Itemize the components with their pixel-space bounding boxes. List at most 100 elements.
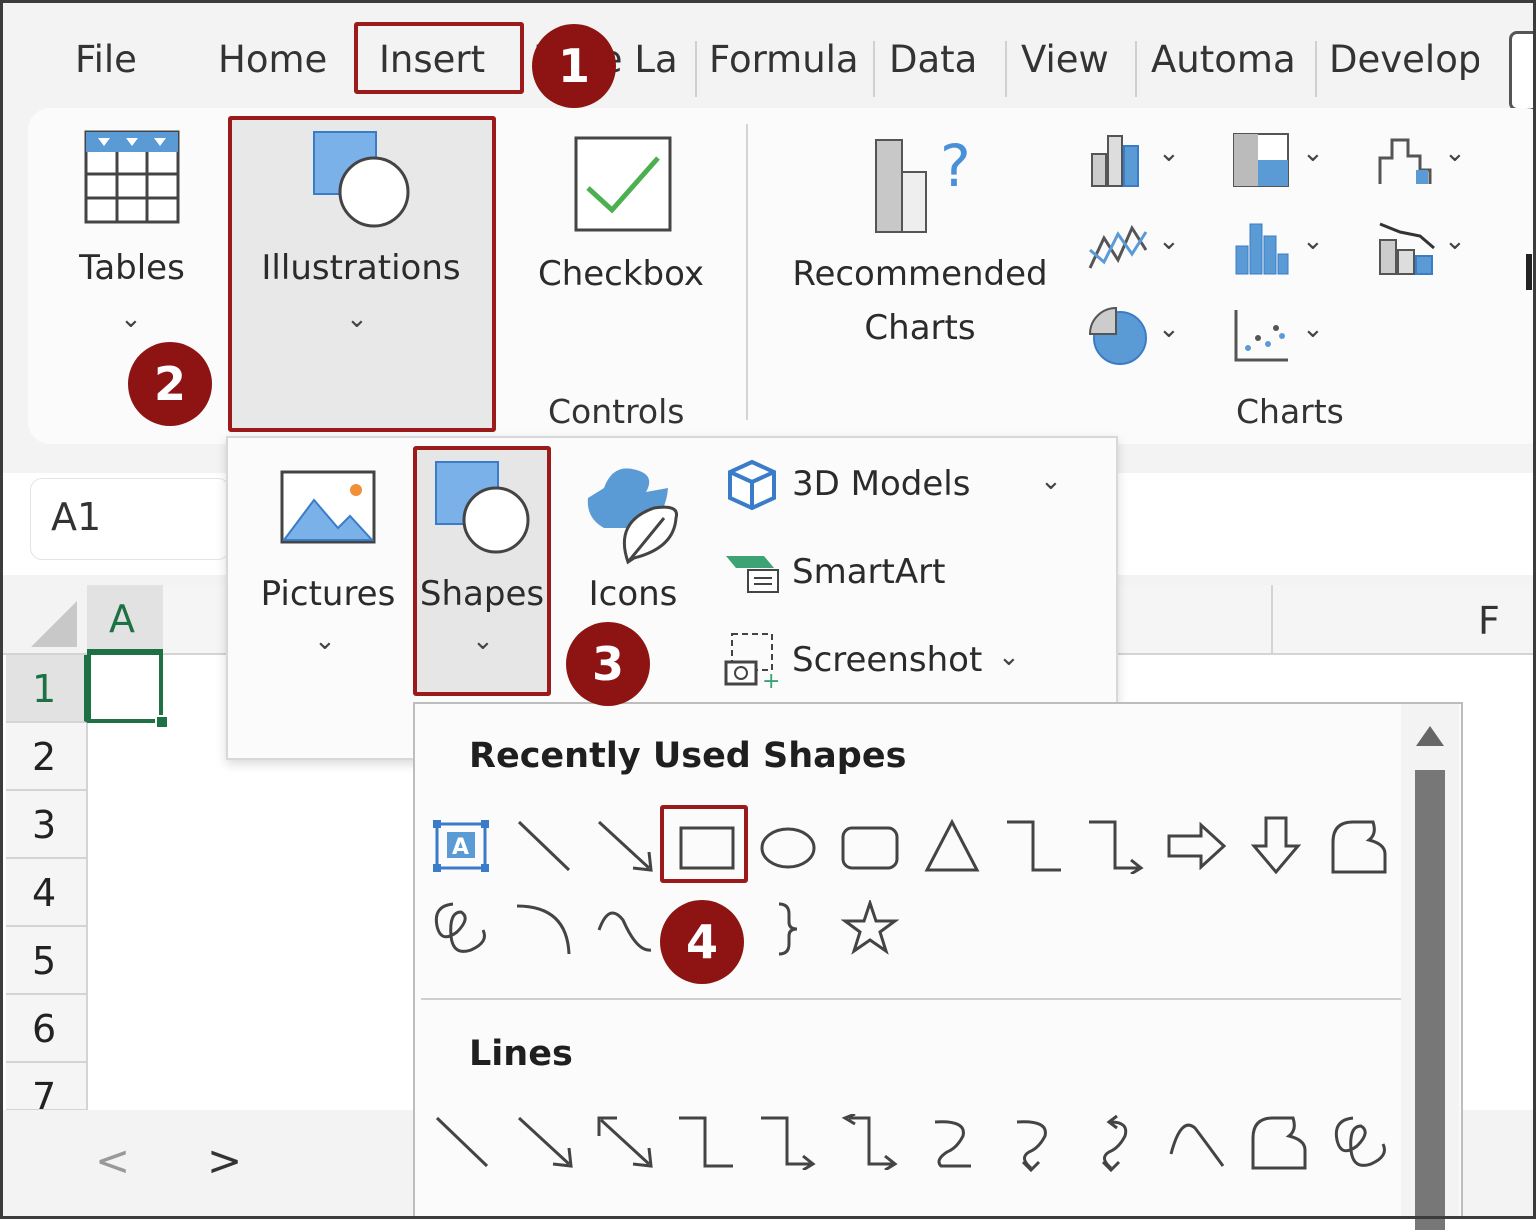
group-separator bbox=[746, 124, 748, 420]
row-header-3[interactable]: 3 bbox=[6, 791, 88, 859]
down-arrow-shape-icon[interactable] bbox=[1251, 816, 1301, 874]
section-divider bbox=[421, 998, 1401, 1000]
name-box[interactable]: A1 bbox=[30, 478, 230, 560]
icons-button[interactable]: Icons bbox=[568, 574, 698, 614]
icons-icon bbox=[584, 458, 684, 568]
elbow-connector-shape-icon[interactable] bbox=[1005, 818, 1063, 874]
highlight-rectangle-shape bbox=[660, 805, 748, 883]
sheet-next-button[interactable]: > bbox=[207, 1136, 242, 1185]
tab-automate[interactable]: Automa bbox=[1151, 35, 1303, 85]
freeform-shape-icon[interactable] bbox=[1329, 818, 1389, 874]
column-header-a[interactable]: A bbox=[87, 585, 163, 655]
right-brace-shape-icon[interactable] bbox=[773, 900, 803, 958]
pie-chart-icon[interactable] bbox=[1088, 306, 1148, 366]
curve-shape-icon[interactable] bbox=[595, 900, 655, 956]
svg-text:?: ? bbox=[940, 132, 971, 200]
select-all-corner[interactable] bbox=[3, 585, 87, 655]
chevron-down-icon[interactable]: ⌄ bbox=[1302, 314, 1324, 344]
screenshot-button[interactable]: Screenshot bbox=[792, 640, 982, 680]
elbow-arrow-connector-shape-icon[interactable] bbox=[1087, 818, 1145, 874]
chevron-down-icon[interactable]: ⌄ bbox=[1302, 138, 1324, 168]
chevron-down-icon[interactable]: ⌄ bbox=[1158, 314, 1180, 344]
recommended-charts-line1[interactable]: Recommended bbox=[780, 254, 1060, 294]
gallery-scrollbar[interactable] bbox=[1401, 704, 1459, 1230]
step-badge-1: 1 bbox=[532, 24, 616, 108]
row-header-6[interactable]: 6 bbox=[6, 995, 88, 1063]
row-header-7[interactable]: 7 bbox=[6, 1063, 88, 1111]
row-header-2[interactable]: 2 bbox=[6, 723, 88, 791]
checkbox-button[interactable]: Checkbox bbox=[526, 254, 716, 294]
scribble-shape-icon[interactable] bbox=[1331, 1114, 1391, 1170]
column-f-label[interactable]: F bbox=[1478, 599, 1500, 643]
right-arrow-shape-icon[interactable] bbox=[1167, 822, 1227, 870]
freeform-shape-icon[interactable] bbox=[1249, 1114, 1309, 1170]
star-shape-icon[interactable] bbox=[841, 900, 899, 956]
ribbon-option-button[interactable] bbox=[1509, 31, 1536, 111]
step-badge-2: 2 bbox=[128, 342, 212, 426]
checkbox-icon bbox=[574, 136, 672, 232]
curved-connector-shape-icon[interactable] bbox=[927, 1116, 977, 1170]
chevron-down-icon[interactable]: ⌄ bbox=[1444, 138, 1466, 168]
row-header-4[interactable]: 4 bbox=[6, 859, 88, 927]
svg-text:+: + bbox=[762, 669, 780, 690]
chevron-down-icon[interactable]: ⌄ bbox=[998, 642, 1020, 672]
chevron-down-icon[interactable]: ⌄ bbox=[1158, 138, 1180, 168]
scatter-chart-icon[interactable] bbox=[1232, 308, 1290, 364]
line-chart-icon[interactable] bbox=[1088, 220, 1150, 276]
controls-group-label: Controls bbox=[548, 392, 685, 431]
curved-double-arrow-connector-shape-icon[interactable] bbox=[1089, 1114, 1139, 1172]
tables-button[interactable]: Tables bbox=[68, 248, 196, 288]
chevron-down-icon: ⌄ bbox=[120, 304, 142, 334]
elbow-connector-shape-icon[interactable] bbox=[677, 1114, 735, 1170]
tables-icon bbox=[84, 130, 180, 224]
chevron-down-icon[interactable]: ⌄ bbox=[1444, 226, 1466, 256]
row-header-5[interactable]: 5 bbox=[6, 927, 88, 995]
chevron-down-icon[interactable]: ⌄ bbox=[1040, 466, 1062, 496]
tab-home[interactable]: Home bbox=[218, 35, 344, 85]
active-cell-a1[interactable] bbox=[87, 649, 163, 723]
text-box-shape-icon[interactable]: A bbox=[433, 820, 489, 872]
row-header-1[interactable]: 1 bbox=[6, 655, 88, 723]
arrow-line-shape-icon[interactable] bbox=[515, 1114, 575, 1170]
smartart-icon bbox=[724, 552, 782, 596]
arc-shape-icon[interactable] bbox=[513, 900, 573, 956]
elbow-arrow-connector-shape-icon[interactable] bbox=[759, 1114, 817, 1170]
scrollbar-thumb[interactable] bbox=[1415, 770, 1445, 1230]
recommended-charts-line2[interactable]: Charts bbox=[780, 308, 1060, 348]
tab-developer[interactable]: Develop bbox=[1329, 35, 1479, 85]
column-chart-icon[interactable] bbox=[1088, 132, 1150, 188]
tab-view[interactable]: View bbox=[1021, 35, 1121, 85]
double-arrow-line-shape-icon[interactable] bbox=[595, 1114, 655, 1170]
3d-models-button[interactable]: 3D Models bbox=[792, 464, 970, 504]
tab-separator bbox=[1315, 41, 1317, 97]
highlight-illustrations bbox=[228, 116, 496, 432]
scribble-shape-icon[interactable] bbox=[431, 900, 491, 956]
tab-data[interactable]: Data bbox=[889, 35, 989, 85]
fill-handle[interactable] bbox=[155, 715, 169, 729]
charts-group-label: Charts bbox=[1236, 392, 1344, 431]
sheet-prev-button[interactable]: < bbox=[95, 1136, 130, 1185]
tab-separator bbox=[873, 41, 875, 97]
triangle-shape-icon[interactable] bbox=[923, 818, 981, 874]
line-shape-icon[interactable] bbox=[433, 1114, 491, 1170]
statistic-chart-icon[interactable] bbox=[1232, 218, 1290, 276]
oval-shape-icon[interactable] bbox=[759, 826, 817, 870]
chevron-down-icon[interactable]: ⌄ bbox=[1302, 226, 1324, 256]
scroll-up-arrow-icon[interactable] bbox=[1414, 724, 1446, 750]
pictures-button[interactable]: Pictures bbox=[254, 574, 402, 614]
waterfall-chart-icon[interactable] bbox=[1376, 130, 1436, 188]
smartart-button[interactable]: SmartArt bbox=[792, 552, 945, 592]
rounded-rectangle-shape-icon[interactable] bbox=[841, 826, 899, 870]
curved-arrow-connector-shape-icon[interactable] bbox=[1009, 1116, 1059, 1172]
tab-file[interactable]: File bbox=[75, 35, 155, 85]
chevron-down-icon[interactable]: ⌄ bbox=[1158, 226, 1180, 256]
elbow-double-arrow-connector-shape-icon[interactable] bbox=[841, 1114, 899, 1170]
curve-shape-icon[interactable] bbox=[1167, 1114, 1227, 1170]
hierarchy-chart-icon[interactable] bbox=[1232, 132, 1290, 188]
arrow-line-shape-icon[interactable] bbox=[595, 818, 655, 874]
column-divider bbox=[1271, 585, 1273, 655]
3d-models-icon bbox=[726, 458, 778, 512]
tab-formulas[interactable]: Formula bbox=[709, 35, 859, 85]
line-shape-icon[interactable] bbox=[515, 818, 573, 874]
combo-chart-icon[interactable] bbox=[1376, 218, 1436, 276]
